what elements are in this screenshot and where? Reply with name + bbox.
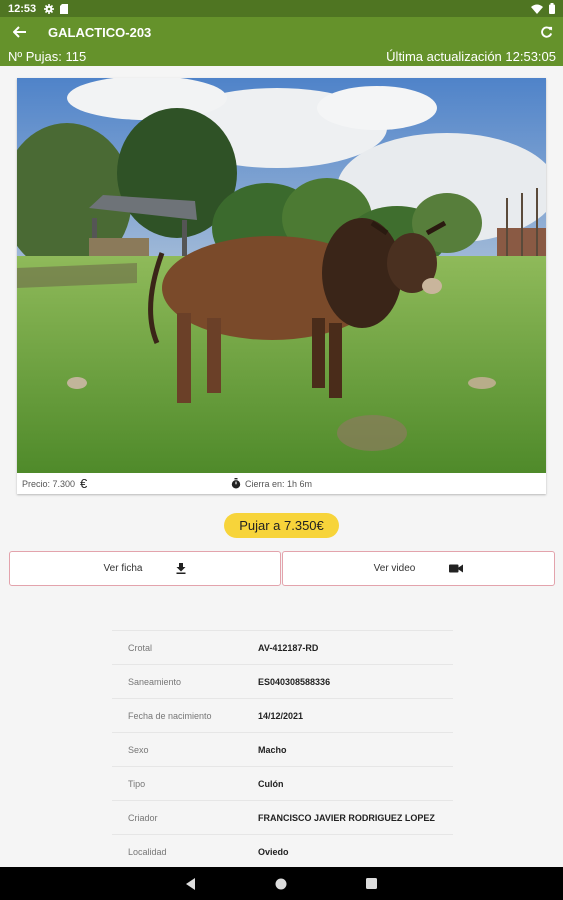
euro-icon: € [80,476,88,491]
nav-home-icon [275,878,287,889]
detail-row-tipo: Tipo Culón [112,767,453,801]
video-camera-icon [449,564,464,573]
system-nav-bar [0,867,563,900]
view-sheet-label: Ver ficha [103,563,143,574]
price-label: Precio: 7.300 [22,478,76,489]
listing-card: Precio: 7.300 € Cierra en: 1h 6m [17,78,546,494]
status-bar: 12:53 [0,0,563,17]
detail-label: Criador [128,812,158,823]
auction-info-bar: Nº Pujas: 115 Última actualización 12:53… [0,47,563,66]
nav-recents-button[interactable] [356,867,386,900]
detail-label: Crotal [128,642,153,653]
nav-recents-icon [365,878,377,889]
back-button[interactable] [0,17,40,47]
view-sheet-button[interactable]: Ver ficha [9,551,281,586]
detail-label: Saneamiento [128,676,182,687]
battery-icon [549,3,555,14]
detail-value: ES040308588336 [258,676,331,687]
detail-row-saneamiento: Saneamiento ES040308588336 [112,665,453,699]
nav-back-icon [186,877,195,890]
bid-count: Nº Pujas: 115 [8,49,87,64]
page-title: GALACTICO-203 [48,24,152,40]
detail-label: Tipo [128,778,146,789]
price-info: Precio: 7.300 € [22,476,87,491]
detail-label: Localidad [128,846,167,857]
detail-row-crotal: Crotal AV-412187-RD [112,631,453,665]
app-bar: GALACTICO-203 [0,17,563,47]
back-arrow-icon [13,26,26,38]
detail-row-fecha-nacimiento: Fecha de nacimiento 14/12/2021 [112,699,453,733]
sd-card-icon [60,3,69,14]
bull-photo [17,78,546,473]
status-time: 12:53 [8,2,37,15]
detail-value: Macho [258,744,287,755]
detail-value: 14/12/2021 [258,710,304,721]
detail-value: AV-412187-RD [258,642,319,653]
nav-home-button[interactable] [266,867,296,900]
detail-value: Culón [258,778,284,789]
detail-value: FRANCISCO JAVIER RODRIGUEZ LOPEZ [258,812,435,823]
bid-button[interactable]: Pujar a 7.350€ [224,513,339,538]
detail-label: Sexo [128,744,149,755]
close-time-info: Cierra en: 1h 6m [231,478,312,489]
detail-value: Oviedo [258,846,289,857]
close-time-label: Cierra en: 1h 6m [245,478,313,489]
view-video-label: Ver video [373,563,416,574]
refresh-button[interactable] [529,17,563,47]
detail-row-sexo: Sexo Macho [112,733,453,767]
listing-footer: Precio: 7.300 € Cierra en: 1h 6m [17,473,546,494]
nav-back-button[interactable] [176,867,206,900]
detail-row-localidad: Localidad Oviedo [112,835,453,868]
detail-label: Fecha de nacimiento [128,710,212,721]
detail-row-criador: Criador FRANCISCO JAVIER RODRIGUEZ LOPEZ [112,801,453,835]
refresh-icon [540,26,552,38]
settings-icon [44,3,55,14]
last-update: Última actualización 12:53:05 [386,49,556,64]
view-video-button[interactable]: Ver video [282,551,555,586]
stopwatch-icon [231,478,241,489]
wifi-icon [531,4,543,14]
download-icon [176,563,186,574]
details-table: Crotal AV-412187-RD Saneamiento ES040308… [112,630,453,868]
